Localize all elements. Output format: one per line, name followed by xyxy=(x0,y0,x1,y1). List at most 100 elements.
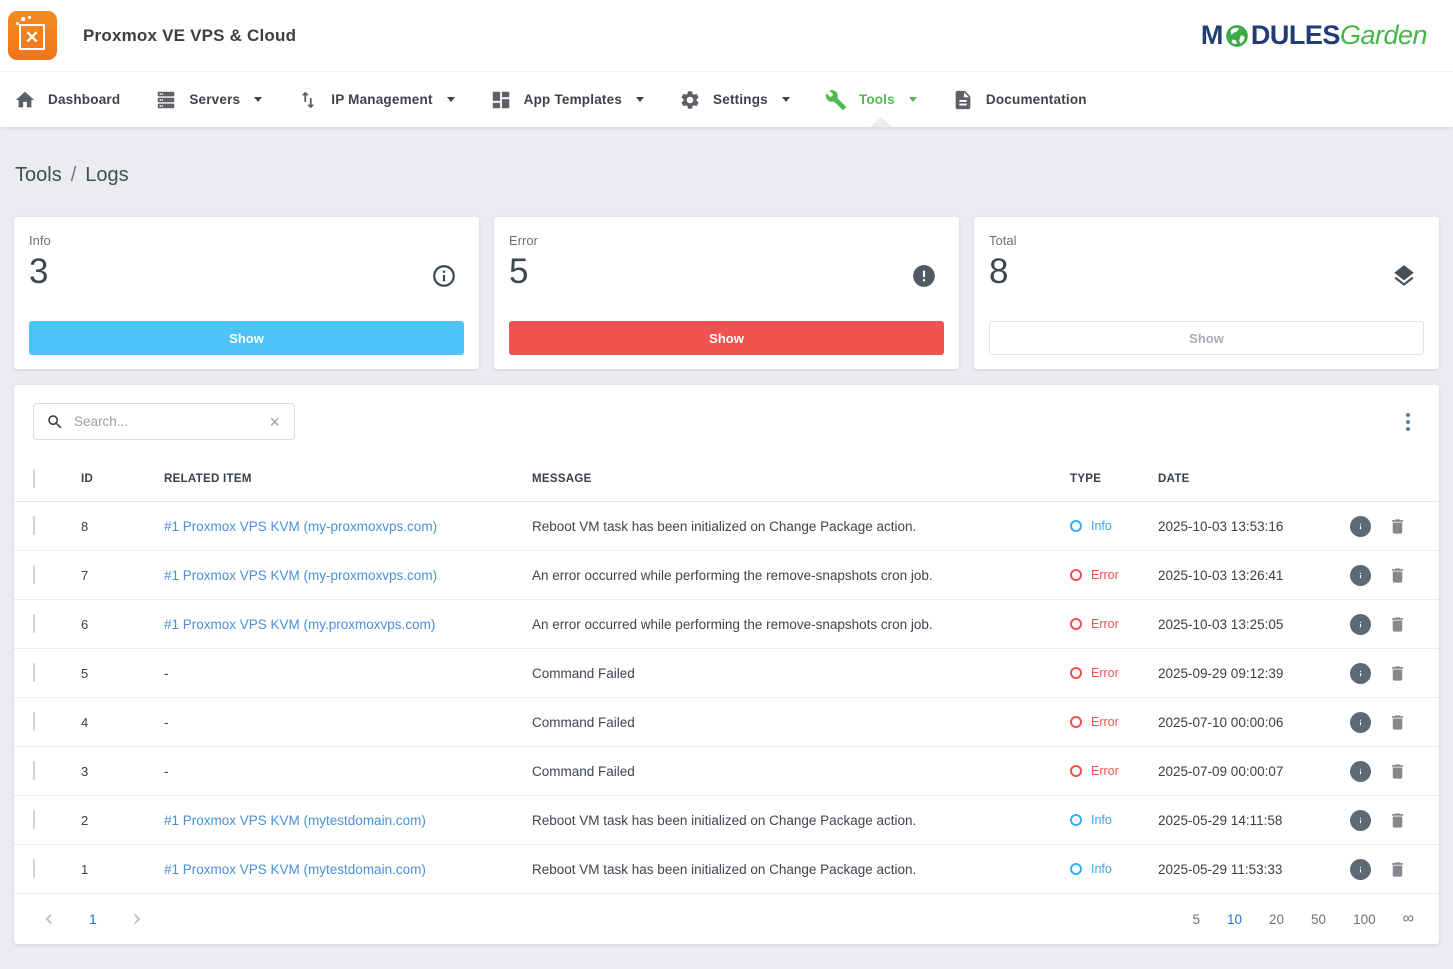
clear-search-icon[interactable]: × xyxy=(265,411,284,433)
nav-item-ip-management[interactable]: IP Management xyxy=(297,89,454,111)
breadcrumb-section[interactable]: Tools xyxy=(15,164,62,186)
select-all-checkbox[interactable] xyxy=(33,469,35,488)
log-date: 2025-10-03 13:53:16 xyxy=(1158,519,1324,534)
page-size-5[interactable]: 5 xyxy=(1192,912,1200,927)
nav-item-dashboard[interactable]: Dashboard xyxy=(14,89,120,111)
type-ring-icon xyxy=(1070,716,1082,728)
row-checkbox[interactable] xyxy=(33,761,35,780)
log-id: 2 xyxy=(81,813,164,828)
related-item-link[interactable]: #1 Proxmox VPS KVM (mytestdomain.com) xyxy=(164,862,426,877)
next-page-icon[interactable] xyxy=(121,909,153,929)
row-checkbox[interactable] xyxy=(33,663,35,682)
logs-table-card: × ID RELATED ITEM MESSAGE TYPE DATE 8 #1… xyxy=(14,385,1439,944)
page-size-20[interactable]: 20 xyxy=(1269,912,1284,927)
related-item-link: - xyxy=(164,666,169,681)
table-row: 6 #1 Proxmox VPS KVM (my.proxmoxvps.com)… xyxy=(14,600,1439,649)
show-error-logs-button[interactable]: Show xyxy=(509,321,944,355)
log-message: Reboot VM task has been initialized on C… xyxy=(532,862,1070,877)
globe-icon xyxy=(1224,23,1250,49)
delete-row-button[interactable] xyxy=(1388,713,1407,732)
column-header-date[interactable]: DATE xyxy=(1158,473,1324,485)
app-logo: ✕ xyxy=(8,11,57,60)
row-details-button[interactable] xyxy=(1350,614,1371,635)
log-type: Info xyxy=(1091,519,1112,533)
related-item-link[interactable]: #1 Proxmox VPS KVM (my-proxmoxvps.com) xyxy=(164,519,437,534)
table-options-kebab-icon[interactable] xyxy=(1400,406,1416,438)
log-message: An error occurred while performing the r… xyxy=(532,617,1070,632)
page-size-options: 5 10 20 50 100 ∞ xyxy=(1192,910,1414,928)
row-details-button[interactable] xyxy=(1350,663,1371,684)
page-number[interactable]: 1 xyxy=(89,911,97,927)
log-message: An error occurred while performing the r… xyxy=(532,568,1070,583)
row-checkbox[interactable] xyxy=(33,565,35,584)
log-message: Command Failed xyxy=(532,764,1070,779)
related-item-link[interactable]: #1 Proxmox VPS KVM (my.proxmoxvps.com) xyxy=(164,617,435,632)
card-label: Total xyxy=(989,233,1424,248)
related-item-link[interactable]: #1 Proxmox VPS KVM (mytestdomain.com) xyxy=(164,813,426,828)
type-ring-icon xyxy=(1070,863,1082,875)
column-header-type[interactable]: TYPE xyxy=(1070,473,1158,485)
nav-item-tools[interactable]: Tools xyxy=(825,89,917,111)
row-checkbox[interactable] xyxy=(33,516,35,535)
chevron-down-icon xyxy=(254,97,262,102)
nav-item-servers[interactable]: Servers xyxy=(155,89,262,111)
log-id: 3 xyxy=(81,764,164,779)
document-icon xyxy=(952,89,974,111)
nav-item-app-templates[interactable]: App Templates xyxy=(490,89,644,111)
row-details-button[interactable] xyxy=(1350,516,1371,537)
row-checkbox[interactable] xyxy=(33,712,35,731)
row-details-button[interactable] xyxy=(1350,712,1371,733)
servers-icon xyxy=(155,89,177,111)
delete-row-button[interactable] xyxy=(1388,860,1407,879)
brand-part-1: M xyxy=(1201,20,1223,51)
page-size-all-icon[interactable]: ∞ xyxy=(1403,910,1414,928)
row-checkbox[interactable] xyxy=(33,614,35,633)
type-ring-icon xyxy=(1070,667,1082,679)
column-header-message[interactable]: MESSAGE xyxy=(532,473,1070,485)
type-ring-icon xyxy=(1070,765,1082,777)
delete-row-button[interactable] xyxy=(1388,566,1407,585)
search-input[interactable] xyxy=(74,414,265,429)
page-size-100[interactable]: 100 xyxy=(1353,912,1376,927)
nav-item-documentation[interactable]: Documentation xyxy=(952,89,1087,111)
log-date: 2025-07-09 00:00:07 xyxy=(1158,764,1324,779)
chevron-down-icon xyxy=(447,97,455,102)
log-date: 2025-07-10 00:00:06 xyxy=(1158,715,1324,730)
nav-label: Tools xyxy=(859,92,895,107)
previous-page-icon[interactable] xyxy=(33,909,65,929)
delete-row-button[interactable] xyxy=(1388,762,1407,781)
delete-row-button[interactable] xyxy=(1388,517,1407,536)
brand-part-3: Garden xyxy=(1340,20,1427,51)
row-details-button[interactable] xyxy=(1350,565,1371,586)
row-details-button[interactable] xyxy=(1350,761,1371,782)
show-info-logs-button[interactable]: Show xyxy=(29,321,464,355)
row-checkbox[interactable] xyxy=(33,810,35,829)
page-title: Proxmox VE VPS & Cloud xyxy=(83,26,296,46)
page-size-50[interactable]: 50 xyxy=(1311,912,1326,927)
delete-row-button[interactable] xyxy=(1388,615,1407,634)
row-details-button[interactable] xyxy=(1350,810,1371,831)
delete-row-button[interactable] xyxy=(1388,811,1407,830)
card-value: 5 xyxy=(509,252,944,292)
page-size-10[interactable]: 10 xyxy=(1227,912,1242,927)
related-item-link[interactable]: #1 Proxmox VPS KVM (my-proxmoxvps.com) xyxy=(164,568,437,583)
log-date: 2025-09-29 09:12:39 xyxy=(1158,666,1324,681)
grid-icon xyxy=(490,89,512,111)
related-item-link: - xyxy=(164,764,169,779)
home-icon xyxy=(14,89,36,111)
nav-item-settings[interactable]: Settings xyxy=(679,89,790,111)
column-header-id[interactable]: ID xyxy=(81,473,164,485)
log-date: 2025-05-29 11:53:33 xyxy=(1158,862,1324,877)
log-message: Reboot VM task has been initialized on C… xyxy=(532,813,1070,828)
card-value: 3 xyxy=(29,252,464,292)
chevron-down-icon xyxy=(782,97,790,102)
column-header-related-item[interactable]: RELATED ITEM xyxy=(164,473,532,485)
row-checkbox[interactable] xyxy=(33,859,35,878)
layers-icon xyxy=(1391,263,1417,289)
log-type: Error xyxy=(1091,568,1119,582)
type-ring-icon xyxy=(1070,618,1082,630)
delete-row-button[interactable] xyxy=(1388,664,1407,683)
breadcrumb-page: Logs xyxy=(85,164,128,186)
row-details-button[interactable] xyxy=(1350,859,1371,880)
type-ring-icon xyxy=(1070,520,1082,532)
